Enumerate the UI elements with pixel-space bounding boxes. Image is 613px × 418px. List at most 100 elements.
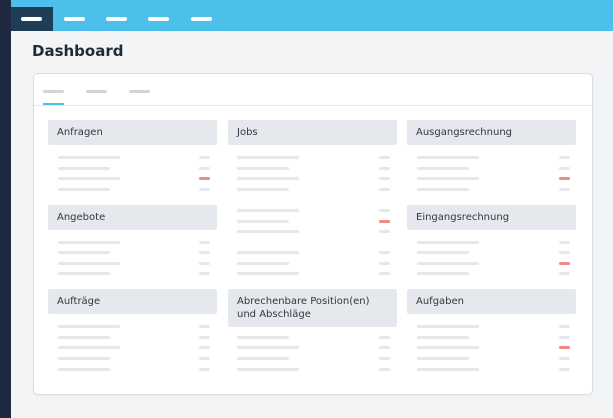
list-item-placeholder <box>58 251 110 254</box>
list-item-placeholder <box>417 167 469 170</box>
page-title: Dashboard <box>32 42 124 60</box>
value-placeholder <box>559 241 570 244</box>
section-header-anfragen[interactable]: Anfragen <box>48 120 217 145</box>
value-placeholder <box>559 188 570 191</box>
list-item-placeholder <box>237 336 289 339</box>
value-placeholder <box>199 156 210 159</box>
alert-indicator <box>199 177 210 180</box>
list-item-placeholder <box>417 262 479 265</box>
value-placeholder <box>199 251 210 254</box>
tab[interactable] <box>86 90 107 93</box>
list-item-placeholder <box>58 368 110 371</box>
list-item-placeholder <box>237 167 289 170</box>
alert-indicator <box>559 262 570 265</box>
section-header-ausgangsrechnung[interactable]: Ausgangsrechnung <box>407 120 576 145</box>
nav-item[interactable] <box>191 17 212 21</box>
nav-item[interactable] <box>64 17 85 21</box>
section-header-jobs[interactable]: Jobs <box>228 120 397 145</box>
nav-item[interactable] <box>106 17 127 21</box>
list-item-placeholder <box>237 272 299 275</box>
list-item-placeholder <box>417 357 469 360</box>
nav-item-placeholder <box>21 17 42 21</box>
list-item-placeholder <box>237 209 299 212</box>
list-item-placeholder <box>237 357 289 360</box>
value-placeholder <box>379 209 390 212</box>
list-item-placeholder <box>417 346 479 349</box>
alert-indicator <box>379 220 390 223</box>
alert-indicator <box>559 346 570 349</box>
tab[interactable] <box>129 90 150 93</box>
value-placeholder <box>559 336 570 339</box>
list-item-placeholder <box>417 177 479 180</box>
list-item-placeholder <box>58 346 120 349</box>
section-header-angebote[interactable]: Angebote <box>48 205 217 230</box>
nav-item-active[interactable] <box>11 7 53 31</box>
value-placeholder <box>379 262 390 265</box>
list-item-placeholder <box>237 262 289 265</box>
nav-item[interactable] <box>148 17 169 21</box>
value-placeholder <box>379 336 390 339</box>
value-placeholder <box>559 167 570 170</box>
list-item-placeholder <box>237 230 299 233</box>
list-item-placeholder <box>417 272 469 275</box>
list-item-placeholder <box>58 336 110 339</box>
list-item-placeholder <box>417 241 479 244</box>
list-item-placeholder <box>417 251 469 254</box>
list-item-placeholder <box>58 156 120 159</box>
dashboard-card: Anfragen Angebote Aufträge Jobs Abrechen… <box>33 73 593 395</box>
alert-indicator <box>559 177 570 180</box>
list-item-placeholder <box>237 251 299 254</box>
value-placeholder <box>559 368 570 371</box>
list-item-placeholder <box>58 262 120 265</box>
value-placeholder <box>199 272 210 275</box>
list-item-placeholder <box>58 241 120 244</box>
list-item-placeholder <box>58 177 120 180</box>
list-item-placeholder <box>417 368 479 371</box>
value-placeholder <box>199 336 210 339</box>
value-placeholder <box>199 167 210 170</box>
value-placeholder <box>199 325 210 328</box>
value-placeholder <box>559 272 570 275</box>
app-window: Dashboard Anfragen Angebote Aufträge Job… <box>11 0 613 418</box>
list-item-placeholder <box>237 220 289 223</box>
value-placeholder <box>379 156 390 159</box>
value-placeholder <box>379 188 390 191</box>
list-item-placeholder <box>417 188 469 191</box>
value-placeholder <box>199 357 210 360</box>
value-placeholder <box>199 368 210 371</box>
list-item-placeholder <box>58 167 110 170</box>
section-header-abrechenbare-positionen[interactable]: Abrechenbare Position(en) und Abschläge <box>228 289 397 327</box>
list-item-placeholder <box>237 177 299 180</box>
tab-active[interactable] <box>43 90 64 93</box>
section-header-eingangsrechnung[interactable]: Eingangsrechnung <box>407 205 576 230</box>
list-item-placeholder <box>417 336 469 339</box>
value-placeholder <box>559 357 570 360</box>
tab-divider <box>34 105 592 106</box>
list-item-placeholder <box>237 368 299 371</box>
value-placeholder <box>379 346 390 349</box>
list-item-placeholder <box>58 188 110 191</box>
list-item-placeholder <box>58 272 110 275</box>
section-header-auftraege[interactable]: Aufträge <box>48 289 217 314</box>
list-item-placeholder <box>237 346 299 349</box>
list-item-placeholder <box>58 357 110 360</box>
list-item-placeholder <box>417 325 479 328</box>
value-placeholder <box>379 368 390 371</box>
list-item-placeholder <box>237 188 289 191</box>
top-navigation-bar <box>11 0 613 31</box>
value-placeholder <box>199 188 210 191</box>
list-item-placeholder <box>417 156 479 159</box>
value-placeholder <box>199 346 210 349</box>
value-placeholder <box>559 325 570 328</box>
value-placeholder <box>379 251 390 254</box>
value-placeholder <box>559 251 570 254</box>
list-item-placeholder <box>237 156 299 159</box>
value-placeholder <box>379 272 390 275</box>
value-placeholder <box>379 177 390 180</box>
value-placeholder <box>379 167 390 170</box>
value-placeholder <box>379 357 390 360</box>
list-item-placeholder <box>58 325 120 328</box>
value-placeholder <box>199 241 210 244</box>
section-header-aufgaben[interactable]: Aufgaben <box>407 289 576 314</box>
value-placeholder <box>559 156 570 159</box>
